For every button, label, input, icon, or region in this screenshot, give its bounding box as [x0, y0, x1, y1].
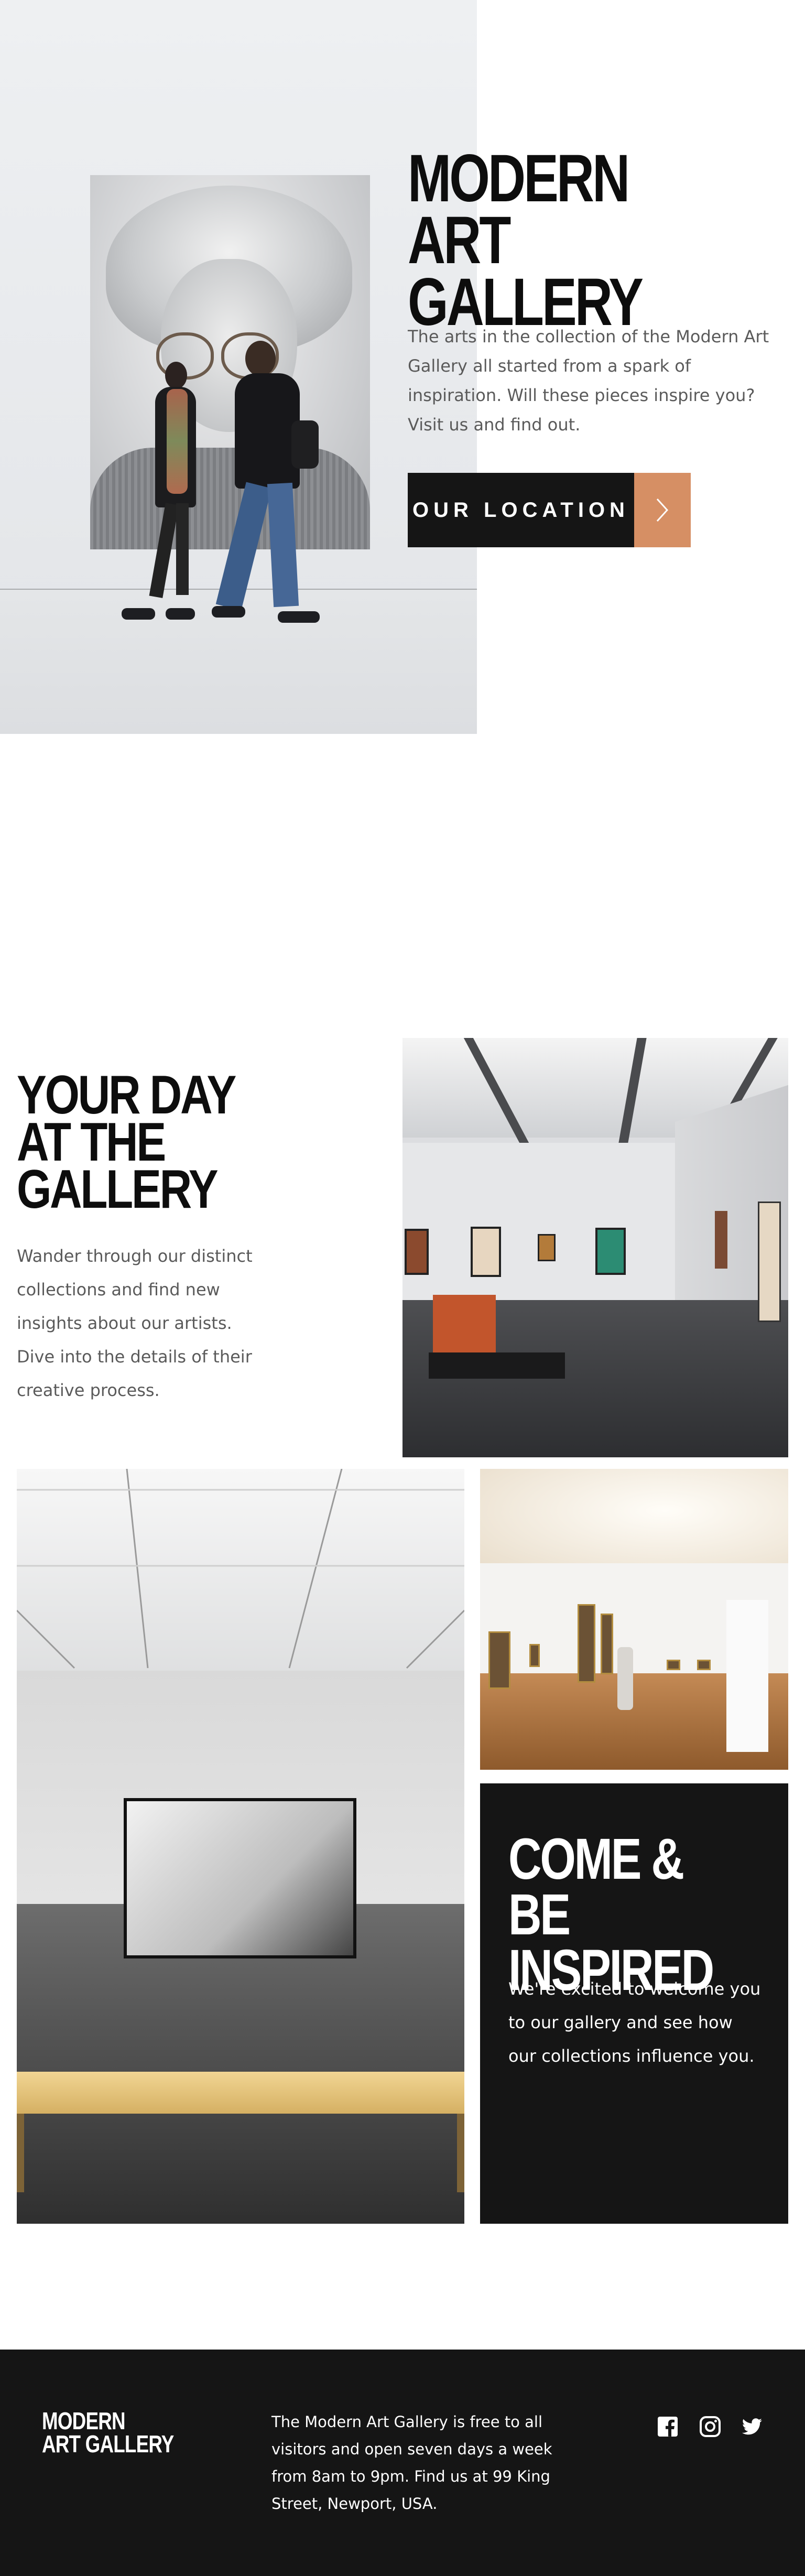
footer-logo[interactable]: MODERN ART GALLERY — [42, 2409, 193, 2456]
hero-description: The arts in the collection of the Modern… — [408, 327, 769, 435]
facebook-link[interactable] — [657, 2416, 679, 2438]
instagram-icon — [700, 2416, 721, 2437]
our-location-button[interactable]: OUR LOCATION — [408, 473, 634, 547]
portrait-artwork — [90, 175, 370, 549]
our-location-label: OUR LOCATION — [412, 498, 629, 522]
twitter-link[interactable] — [741, 2416, 763, 2438]
gallery-hall-image — [402, 1038, 788, 1457]
footer-info-text: The Modern Art Gallery is free to all vi… — [271, 2413, 552, 2513]
hero-title: MODERN ART GALLERY — [408, 141, 644, 340]
visitor-woman — [165, 362, 187, 389]
day-section-title: YOUR DAY AT THE GALLERY — [17, 1065, 236, 1220]
visitor-man — [245, 341, 276, 376]
our-location-arrow-button[interactable] — [634, 473, 691, 547]
gallery-bench-frame-image — [17, 1469, 464, 2224]
hero-image — [0, 0, 477, 734]
chevron-right-icon — [656, 498, 669, 522]
inspire-description: We're excited to welcome you to our gall… — [508, 1979, 761, 2066]
facebook-icon — [658, 2417, 678, 2437]
day-section-description: Wander through our distinct collections … — [17, 1246, 253, 1400]
twitter-icon — [742, 2418, 762, 2435]
instagram-link[interactable] — [699, 2416, 721, 2438]
gallery-corridor-image — [480, 1469, 788, 1770]
